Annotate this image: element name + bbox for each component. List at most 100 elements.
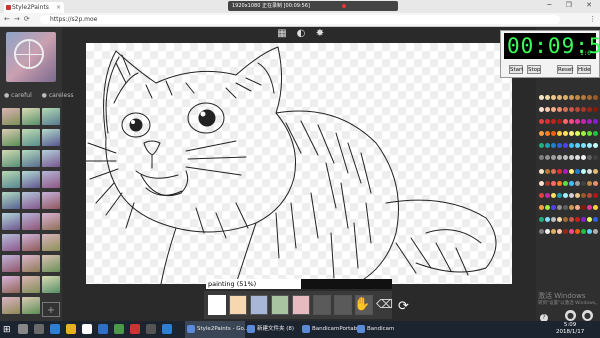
palette-color[interactable] (569, 143, 574, 148)
palette-color[interactable] (563, 217, 568, 222)
reference-thumbnail[interactable] (42, 192, 60, 209)
reference-thumbnail[interactable] (2, 171, 20, 188)
mail-icon[interactable] (98, 324, 108, 334)
palette-color[interactable] (575, 95, 580, 100)
palette-color[interactable] (557, 217, 562, 222)
palette-color[interactable] (551, 181, 556, 186)
nav-buttons[interactable]: ←→⟳ (4, 13, 34, 26)
palette-color[interactable] (545, 205, 550, 210)
palette-color[interactable] (581, 193, 586, 198)
mode-careless[interactable]: ● careless (42, 92, 78, 99)
palette-color[interactable] (593, 229, 598, 234)
palette-color[interactable] (551, 193, 556, 198)
palette-color[interactable] (575, 193, 580, 198)
color-swatch[interactable] (271, 295, 289, 315)
palette-color[interactable] (593, 169, 598, 174)
palette-color[interactable] (539, 217, 544, 222)
palette-color[interactable] (569, 193, 574, 198)
palette-color[interactable] (539, 193, 544, 198)
taskbar-item-bandicamportable[interactable]: BandicamPortable (300, 321, 362, 338)
reference-thumbnail[interactable] (22, 234, 40, 251)
palette-color[interactable] (575, 217, 580, 222)
timer-stop-button[interactable]: Stop (527, 65, 541, 74)
timer-start-button[interactable]: Start (509, 65, 523, 74)
palette-color[interactable] (563, 119, 568, 124)
folder-icon[interactable] (66, 324, 76, 334)
reference-thumbnail[interactable] (22, 255, 40, 272)
palette-color[interactable] (593, 217, 598, 222)
reference-thumbnail[interactable] (2, 255, 20, 272)
palette-color[interactable] (563, 205, 568, 210)
reference-thumbnail[interactable] (2, 234, 20, 251)
palette-color[interactable] (587, 95, 592, 100)
palette-color[interactable] (551, 95, 556, 100)
palette-color[interactable] (557, 229, 562, 234)
twitter-icon[interactable]: ● (582, 310, 593, 321)
taskbar-item-bandicam[interactable]: Bandicam (355, 321, 400, 338)
palette-color[interactable] (587, 181, 592, 186)
hand-icon[interactable]: ✋ (354, 297, 370, 312)
palette-color[interactable] (581, 205, 586, 210)
palette-color[interactable] (557, 143, 562, 148)
palette-color[interactable] (587, 143, 592, 148)
palette-color[interactable] (581, 107, 586, 112)
palette-color[interactable] (557, 205, 562, 210)
reference-thumbnail[interactable] (2, 297, 20, 314)
palette-color[interactable] (563, 131, 568, 136)
brightness-icon[interactable]: ✸ (314, 28, 326, 40)
palette-color[interactable] (587, 131, 592, 136)
color-swatch[interactable] (292, 295, 310, 315)
palette-color[interactable] (575, 169, 580, 174)
palette-color[interactable] (563, 229, 568, 234)
palette-color[interactable] (563, 107, 568, 112)
palette-color[interactable] (539, 155, 544, 160)
palette-color[interactable] (551, 119, 556, 124)
app-icon-2[interactable] (130, 324, 140, 334)
palette-color[interactable] (587, 107, 592, 112)
grid-icon[interactable]: ▦ (276, 28, 288, 40)
reference-thumbnail[interactable] (22, 108, 40, 125)
palette-color[interactable] (575, 143, 580, 148)
drawing-canvas[interactable] (86, 43, 512, 284)
reference-thumbnail[interactable] (42, 255, 60, 272)
palette-color[interactable] (563, 169, 568, 174)
reference-thumbnail[interactable] (42, 150, 60, 167)
palette-color[interactable] (563, 143, 568, 148)
palette-color[interactable] (563, 193, 568, 198)
palette-color[interactable] (593, 107, 598, 112)
reference-thumbnail[interactable] (22, 129, 40, 146)
palette-color[interactable] (539, 143, 544, 148)
palette-color[interactable] (545, 143, 550, 148)
palette-color[interactable] (551, 229, 556, 234)
palette-color[interactable] (557, 169, 562, 174)
palette-color[interactable] (545, 155, 550, 160)
color-wheel-icon[interactable] (14, 39, 44, 69)
reference-thumbnail[interactable] (42, 234, 60, 251)
palette-color[interactable] (581, 229, 586, 234)
search-icon[interactable] (18, 324, 28, 334)
add-reference-button[interactable]: + (42, 302, 60, 317)
palette-color[interactable] (563, 155, 568, 160)
tab-close-icon[interactable]: × (56, 2, 61, 13)
palette-color[interactable] (545, 107, 550, 112)
reference-thumbnail[interactable] (42, 108, 60, 125)
palette-color[interactable] (551, 107, 556, 112)
reference-thumbnail[interactable] (2, 150, 20, 167)
palette-color[interactable] (545, 181, 550, 186)
reference-thumbnail[interactable] (2, 108, 20, 125)
palette-color[interactable] (557, 95, 562, 100)
palette-color[interactable] (587, 119, 592, 124)
palette-color[interactable] (545, 169, 550, 174)
palette-color[interactable] (545, 119, 550, 124)
palette-color[interactable] (581, 155, 586, 160)
palette-color[interactable] (545, 193, 550, 198)
palette-color[interactable] (575, 155, 580, 160)
reference-thumbnail[interactable] (42, 129, 60, 146)
palette-color[interactable] (587, 217, 592, 222)
palette-color[interactable] (593, 143, 598, 148)
timer-hide-button[interactable]: Hide (577, 65, 591, 74)
palette-color[interactable] (575, 107, 580, 112)
palette-color[interactable] (557, 155, 562, 160)
palette-color[interactable] (539, 131, 544, 136)
taskbar-item-style2paints[interactable]: Style2Paints - Go... (185, 321, 249, 338)
